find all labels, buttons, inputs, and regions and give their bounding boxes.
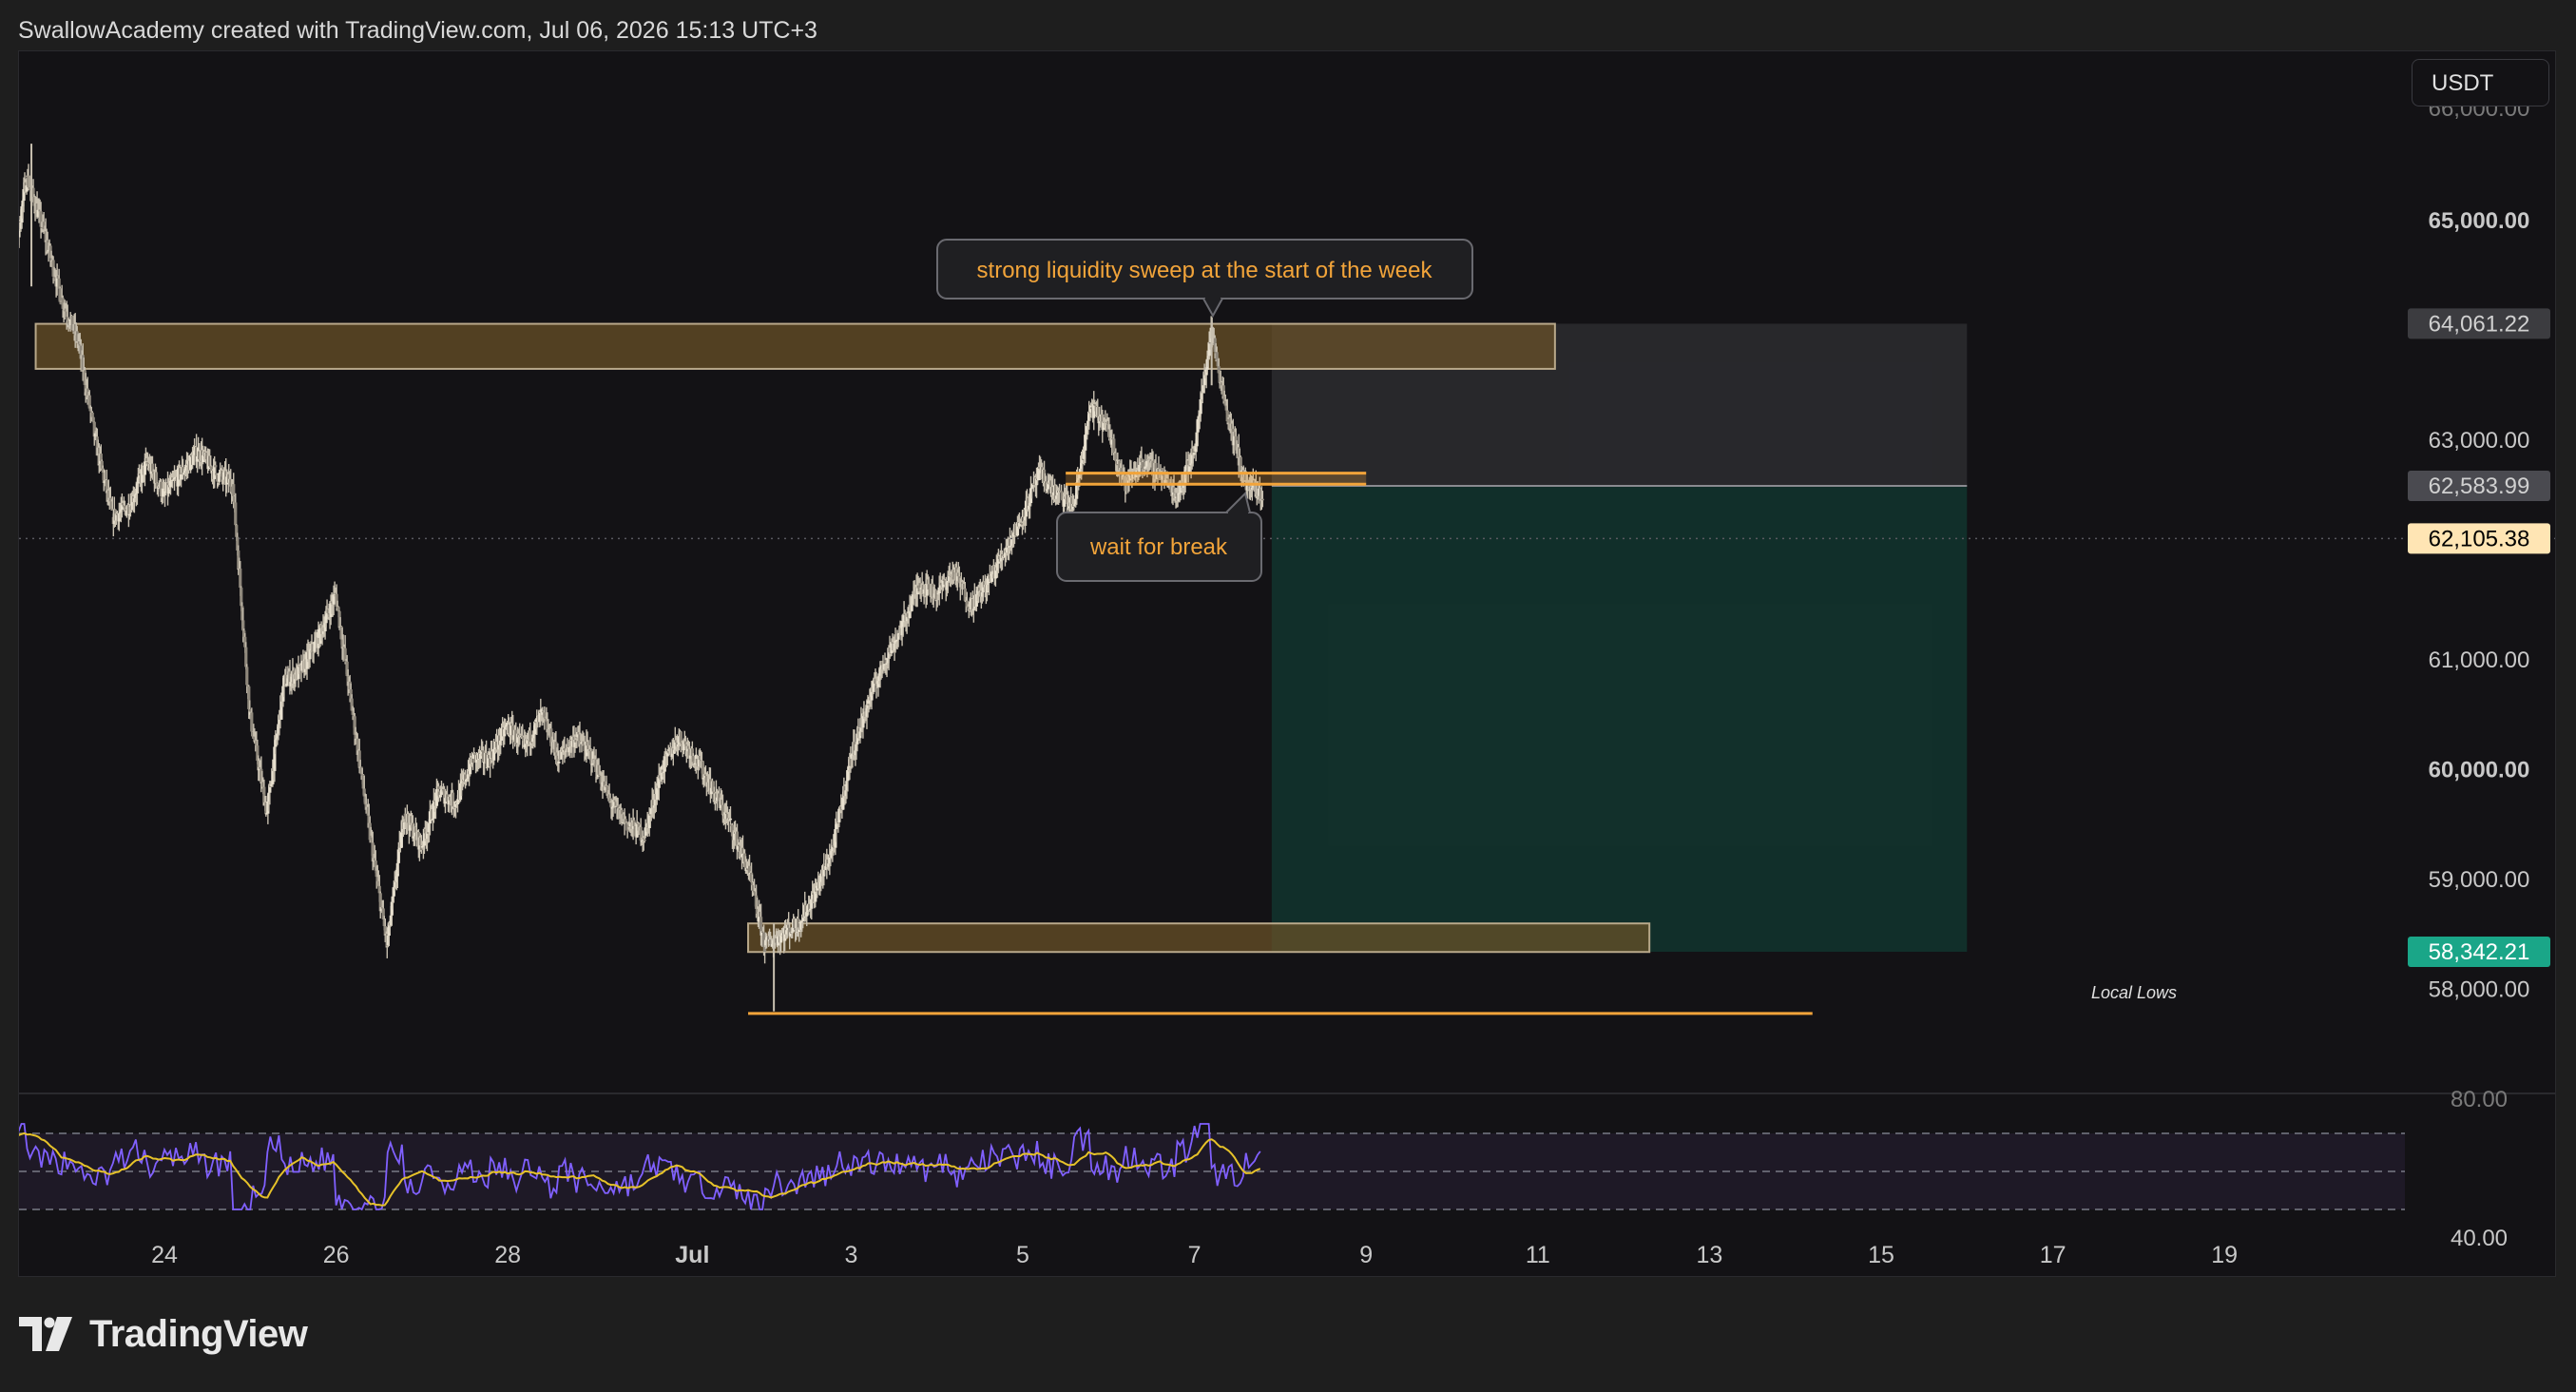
- candle-body: [471, 758, 475, 764]
- price-badge-text: 64,061.22: [2429, 311, 2530, 337]
- y-tick-label: 63,000.00: [2429, 428, 2530, 454]
- candle-body: [1217, 366, 1221, 374]
- candle-body: [1112, 438, 1116, 454]
- attribution-text: SwallowAcademy created with TradingView.…: [18, 17, 817, 44]
- candle-body: [244, 647, 248, 667]
- y-tick-label: 65,000.00: [2429, 208, 2530, 234]
- candle-body: [1192, 453, 1196, 455]
- candle-body: [1196, 418, 1200, 433]
- candle-body: [336, 607, 340, 611]
- currency-label: USDT: [2432, 70, 2494, 96]
- break-zone-fill: [1066, 473, 1367, 485]
- candle-body: [313, 641, 317, 652]
- price-badge-text: 58,342.21: [2429, 939, 2530, 965]
- y-tick-label: 59,000.00: [2429, 867, 2530, 893]
- price-badge[interactable]: 62,105.38: [2408, 523, 2550, 554]
- x-tick-label: 26: [323, 1242, 350, 1268]
- candle-body: [91, 416, 95, 422]
- candle-body: [234, 502, 238, 526]
- candle-body: [248, 708, 252, 712]
- price-badge[interactable]: 62,583.99: [2408, 471, 2550, 502]
- candle-body: [1260, 498, 1264, 501]
- candle-body: [643, 839, 646, 841]
- y-tick-label: 61,000.00: [2429, 648, 2530, 673]
- candle-body: [214, 465, 218, 468]
- price-badge-text: 62,105.38: [2429, 526, 2530, 551]
- candle-body: [324, 614, 328, 624]
- supply-zone[interactable]: [34, 322, 1556, 370]
- candle-body: [332, 595, 336, 605]
- candle: [58, 286, 62, 303]
- candle-body: [1225, 410, 1229, 422]
- chart-frame[interactable]: strong liquidity sweep at the start of t…: [18, 50, 2556, 1277]
- candle-body: [728, 818, 733, 821]
- candle-body: [58, 288, 62, 302]
- candle-body: [1215, 352, 1219, 360]
- price-badge-text: 62,583.99: [2429, 474, 2530, 499]
- x-tick-label: 28: [494, 1242, 521, 1268]
- x-tick-label: 9: [1359, 1242, 1373, 1268]
- candle-body: [250, 712, 254, 732]
- currency-selector[interactable]: USDT: [2412, 59, 2549, 106]
- candle-body: [805, 912, 809, 917]
- candle-body: [846, 769, 850, 782]
- candle-body: [245, 667, 249, 686]
- y-tick-label: 58,000.00: [2429, 977, 2530, 1003]
- candle-body: [679, 731, 682, 743]
- candle-body: [90, 412, 94, 417]
- candle-body: [285, 684, 289, 686]
- candle-body: [399, 832, 403, 848]
- annotation-text: strong liquidity sweep at the start of t…: [977, 258, 1433, 283]
- candle-body: [835, 823, 838, 830]
- candle-body: [179, 474, 183, 480]
- tradingview-icon: [19, 1317, 72, 1351]
- price-badge[interactable]: 64,061.22: [2408, 308, 2550, 339]
- x-tick-label: Jul: [675, 1242, 709, 1268]
- tradingview-wordmark: TradingView: [89, 1312, 308, 1355]
- candle-body: [543, 712, 547, 718]
- candle-body: [154, 472, 159, 484]
- x-tick-label: 5: [1016, 1242, 1029, 1268]
- rsi-tick-label: 80.00: [2451, 1087, 2508, 1112]
- rsi-tick-label: 40.00: [2451, 1226, 2508, 1251]
- candle-body: [779, 935, 783, 943]
- annotation-text: wait for break: [1089, 534, 1228, 560]
- x-tick-label: 11: [1526, 1242, 1550, 1268]
- x-tick-label: 3: [844, 1242, 857, 1268]
- candle-body: [1084, 435, 1087, 451]
- candle-body: [927, 584, 931, 590]
- candle-body: [239, 568, 242, 589]
- x-tick-label: 13: [1696, 1242, 1722, 1268]
- y-tick-label: 60,000.00: [2429, 758, 2530, 783]
- price-badge[interactable]: 58,342.21: [2408, 936, 2550, 967]
- price-chart[interactable]: strong liquidity sweep at the start of t…: [19, 51, 2556, 1277]
- x-tick-label: 15: [1868, 1242, 1894, 1268]
- candle-body: [232, 484, 236, 496]
- candle-body: [841, 797, 845, 810]
- take-profit-area: [1271, 486, 1968, 952]
- candle-body: [168, 481, 173, 488]
- x-tick-label: 7: [1188, 1242, 1201, 1268]
- x-tick-label: 24: [151, 1242, 178, 1268]
- annotation-local-lows: Local Lows: [2091, 983, 2177, 1002]
- demand-zone[interactable]: [747, 922, 1651, 954]
- tradingview-logo[interactable]: TradingView: [19, 1310, 308, 1358]
- x-tick-label: 17: [2040, 1242, 2067, 1268]
- candle-body: [691, 755, 695, 763]
- candle-body: [557, 761, 561, 764]
- candle-body: [436, 786, 441, 789]
- x-tick-label: 19: [2211, 1242, 2238, 1268]
